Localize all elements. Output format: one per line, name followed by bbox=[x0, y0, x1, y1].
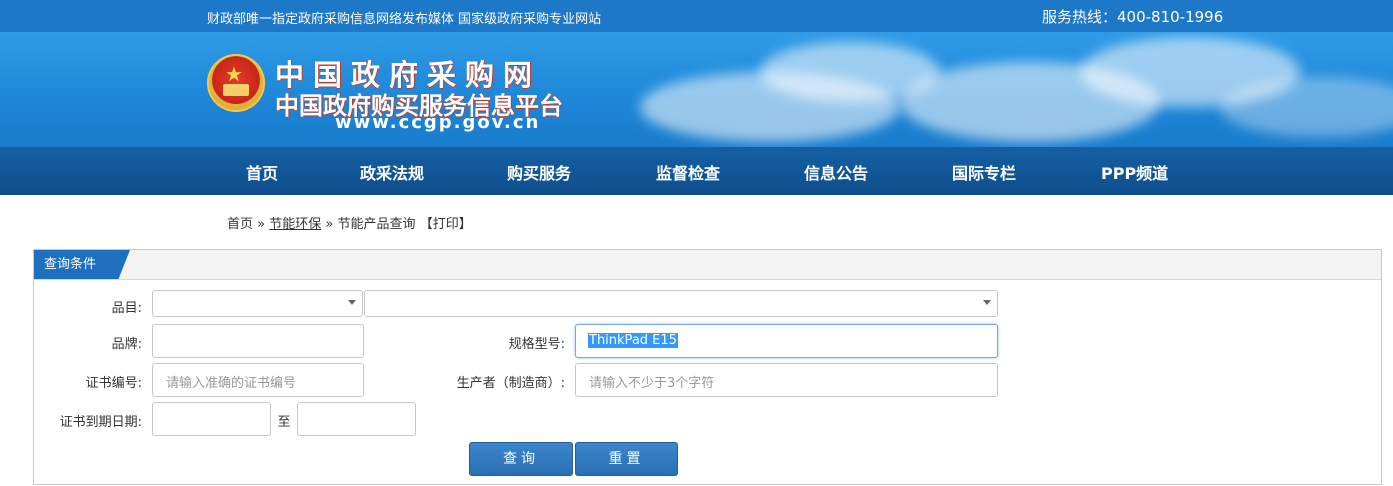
reset-button[interactable]: 重置 bbox=[575, 442, 678, 476]
breadcrumb-separator: » bbox=[325, 217, 334, 232]
expiry-date-label: 证书到期日期: bbox=[59, 415, 142, 430]
manufacturer-label: 生产者（制造商）: bbox=[456, 376, 565, 391]
category-select-secondary[interactable] bbox=[364, 290, 998, 317]
date-range-to-label: 至 bbox=[277, 415, 291, 430]
panel-tab-query-conditions: 查询条件 bbox=[34, 250, 130, 279]
breadcrumb-home[interactable]: 首页 bbox=[227, 217, 253, 232]
manufacturer-input[interactable]: 请输入不少于3个字符 bbox=[575, 363, 998, 397]
search-button[interactable]: 查询 bbox=[469, 442, 573, 476]
panel-header: 查询条件 bbox=[34, 250, 1381, 280]
nav-item-supervision[interactable]: 监督检查 bbox=[656, 160, 720, 184]
category-label: 品目: bbox=[111, 301, 142, 316]
model-label: 规格型号: bbox=[508, 337, 565, 352]
nav-item-international[interactable]: 国际专栏 bbox=[952, 160, 1016, 184]
main-nav: 首页 政采法规 购买服务 监督检查 信息公告 国际专栏 PPP频道 bbox=[0, 147, 1393, 195]
manufacturer-placeholder: 请输入不少于3个字符 bbox=[589, 376, 715, 391]
cert-number-placeholder: 请输入准确的证书编号 bbox=[166, 376, 297, 391]
nav-item-ppp[interactable]: PPP频道 bbox=[1101, 160, 1168, 184]
breadcrumb-section[interactable]: 节能环保 bbox=[269, 217, 321, 232]
site-url: www.ccgp.gov.cn bbox=[335, 112, 541, 133]
breadcrumb-current: 节能产品查询 bbox=[337, 217, 416, 232]
national-emblem-icon: ★ bbox=[207, 54, 265, 112]
cert-number-input[interactable]: 请输入准确的证书编号 bbox=[152, 363, 364, 397]
expiry-date-end-input[interactable] bbox=[297, 402, 416, 436]
brand-label: 品牌: bbox=[111, 337, 142, 352]
cert-number-label: 证书编号: bbox=[85, 376, 142, 391]
site-slogan: 财政部唯一指定政府采购信息网络发布媒体 国家级政府采购专业网站 bbox=[207, 12, 602, 27]
print-link[interactable]: 【打印】 bbox=[420, 217, 472, 232]
breadcrumb-separator: » bbox=[257, 217, 266, 232]
chevron-down-icon bbox=[983, 300, 991, 305]
nav-item-purchase-services[interactable]: 购买服务 bbox=[507, 160, 571, 184]
model-input-value: ThinkPad E15 bbox=[588, 333, 678, 348]
category-select-primary[interactable] bbox=[152, 290, 363, 317]
top-info-bar: 财政部唯一指定政府采购信息网络发布媒体 国家级政府采购专业网站 服务热线：400… bbox=[0, 0, 1393, 32]
nav-item-regulations[interactable]: 政采法规 bbox=[360, 160, 424, 184]
breadcrumb: 首页 » 节能环保 » 节能产品查询 【打印】 bbox=[227, 213, 472, 232]
model-input[interactable]: ThinkPad E15 bbox=[575, 324, 998, 358]
chevron-down-icon bbox=[348, 300, 356, 305]
nav-item-home[interactable]: 首页 bbox=[246, 160, 278, 184]
nav-item-announcements[interactable]: 信息公告 bbox=[804, 160, 868, 184]
brand-input[interactable] bbox=[152, 324, 364, 358]
expiry-date-start-input[interactable] bbox=[152, 402, 271, 436]
service-hotline: 服务热线：400-810-1996 bbox=[1042, 8, 1224, 26]
